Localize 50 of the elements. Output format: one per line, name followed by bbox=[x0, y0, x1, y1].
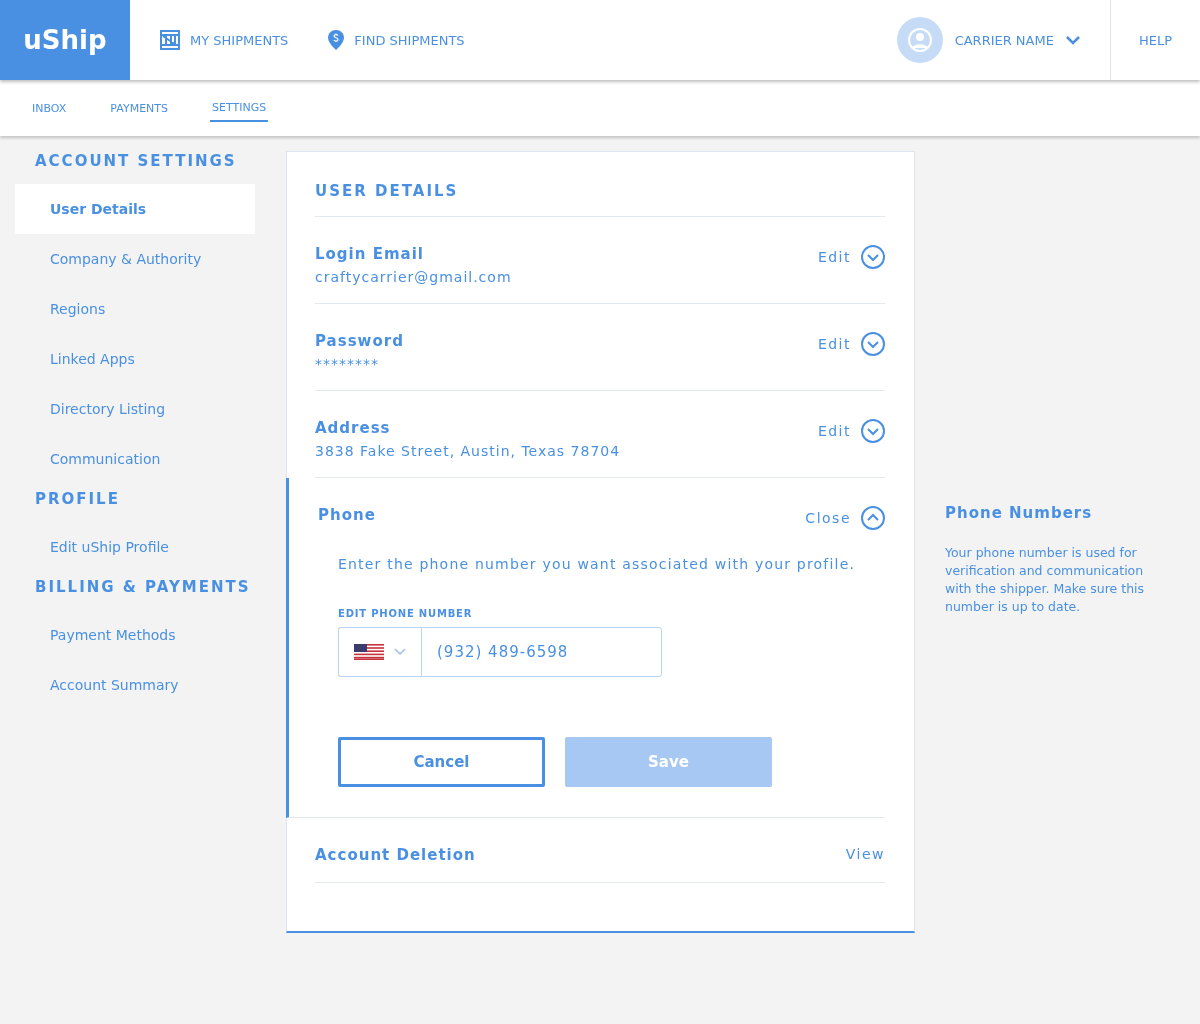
crate-icon bbox=[160, 30, 180, 50]
section-value: ******** bbox=[315, 356, 380, 372]
chevron-down-icon bbox=[861, 245, 885, 269]
section-action[interactable]: Edit bbox=[817, 245, 885, 269]
section-action[interactable]: Close bbox=[805, 506, 885, 530]
country-select[interactable] bbox=[338, 627, 421, 677]
card-title: USER DETAILS bbox=[315, 182, 885, 217]
cancel-button[interactable]: Cancel bbox=[338, 737, 545, 787]
section-value: 3838 Fake Street, Austin, Texas 78704 bbox=[315, 443, 621, 459]
sidebar-item[interactable]: Edit uShip Profile bbox=[15, 522, 255, 572]
chevron-down-icon bbox=[861, 332, 885, 356]
user-menu[interactable]: CARRIER NAME bbox=[896, 17, 1080, 63]
chevron-down-icon bbox=[861, 419, 885, 443]
tab[interactable]: SETTINGS bbox=[210, 94, 269, 122]
section-label: Address bbox=[315, 419, 392, 437]
section-action[interactable]: Edit bbox=[817, 419, 885, 443]
section-action[interactable]: View bbox=[845, 846, 885, 862]
nav-link[interactable]: FIND SHIPMENTS bbox=[328, 30, 465, 50]
nav-link[interactable]: MY SHIPMENTS bbox=[160, 30, 289, 50]
tab[interactable]: INBOX bbox=[30, 95, 69, 121]
sidebar-heading: BILLING & PAYMENTS bbox=[34, 578, 252, 598]
phone-input[interactable]: (932) 489-6598 bbox=[421, 627, 662, 677]
sidebar-item[interactable]: Directory Listing bbox=[15, 384, 255, 434]
help-text: Your phone number is used for verification and communication with the shipper. Make sure this number is up to date. bbox=[945, 544, 1146, 616]
sidebar-item[interactable]: Regions bbox=[15, 284, 255, 334]
sidebar-heading: PROFILE bbox=[34, 490, 121, 510]
section-value: craftycarrier@gmail.com bbox=[315, 269, 512, 285]
sidebar-item[interactable]: Account Summary bbox=[15, 660, 255, 710]
section-label: Phone bbox=[318, 506, 376, 524]
logo[interactable]: uShip bbox=[0, 0, 130, 80]
sidebar-item[interactable]: Linked Apps bbox=[15, 334, 255, 384]
sidebar-item[interactable]: User Details bbox=[15, 184, 255, 234]
instructions: Enter the phone number you want associated with your profile. bbox=[338, 556, 857, 572]
chevron-down-icon bbox=[1065, 35, 1080, 45]
chevron-up-icon bbox=[861, 506, 885, 530]
section-action[interactable]: Edit bbox=[817, 332, 885, 356]
sidebar-item[interactable]: Communication bbox=[15, 434, 255, 484]
help-title: Phone Numbers bbox=[945, 504, 1094, 522]
tab[interactable]: PAYMENTS bbox=[108, 95, 171, 121]
us-flag-icon bbox=[354, 644, 384, 660]
map-pin-icon bbox=[328, 30, 345, 50]
sidebar-item[interactable]: Payment Methods bbox=[15, 610, 255, 660]
sidebar-item[interactable]: Company & Authority bbox=[15, 234, 255, 284]
field-label: EDIT PHONE NUMBER bbox=[338, 608, 474, 619]
section-label: Login Email bbox=[315, 245, 425, 263]
section-label: Account Deletion bbox=[315, 846, 476, 864]
sidebar-heading: ACCOUNT SETTINGS bbox=[34, 152, 238, 172]
section-label: Password bbox=[315, 332, 404, 350]
avatar-icon bbox=[896, 17, 943, 63]
chevron-down-icon bbox=[394, 648, 406, 656]
